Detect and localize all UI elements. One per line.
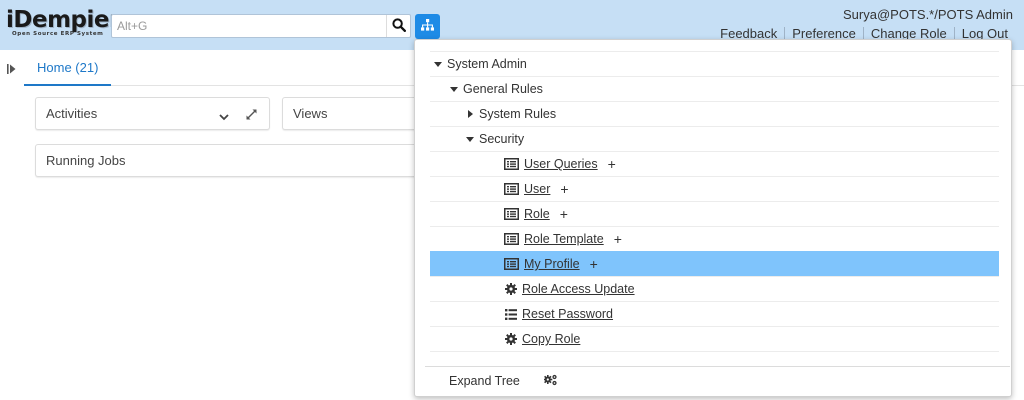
list-icon: [505, 308, 517, 320]
panel-collapse-icon[interactable]: [7, 62, 16, 77]
app-logo[interactable]: iDempiere Open Source ERP System: [6, 7, 135, 38]
tree-item-user-queries[interactable]: User Queries +: [430, 151, 999, 176]
tree-node-label: System Admin: [447, 57, 527, 71]
user-info: Surya@POTS.*/POTS Admin: [843, 7, 1013, 22]
tree-item-link[interactable]: Copy Role: [522, 332, 580, 346]
window-icon: [504, 208, 519, 220]
window-icon: [504, 158, 519, 170]
add-favourite-button[interactable]: +: [608, 156, 616, 172]
chevron-down-icon[interactable]: [219, 109, 229, 124]
activities-title: Activities: [46, 106, 98, 121]
caret-down-icon[interactable]: [465, 136, 475, 142]
activities-panel: Activities: [35, 97, 270, 130]
add-favourite-button[interactable]: +: [560, 181, 568, 197]
gear-icon: [505, 283, 517, 295]
global-search: [111, 14, 411, 38]
menu-tree-popup: System Admin General Rules System Rules …: [414, 39, 1012, 397]
expand-tree-toggle[interactable]: Expand Tree: [449, 374, 520, 388]
logo-text: iDempiere: [6, 7, 135, 33]
caret-right-icon[interactable]: [465, 110, 475, 118]
running-jobs-panel: Running Jobs: [35, 144, 422, 177]
maximize-icon[interactable]: [246, 108, 257, 123]
tree-node-system-admin[interactable]: System Admin: [430, 51, 999, 76]
search-input[interactable]: [112, 15, 386, 37]
tree-item-role[interactable]: Role +: [430, 201, 999, 226]
add-favourite-button[interactable]: +: [614, 231, 622, 247]
tree-item-link[interactable]: User: [524, 182, 550, 196]
sitemap-icon: [421, 19, 434, 34]
menu-tree-button[interactable]: [415, 14, 440, 39]
tree-node-security[interactable]: Security: [430, 126, 999, 151]
window-icon: [504, 258, 519, 270]
add-favourite-button[interactable]: +: [590, 256, 598, 272]
gear-icon: [505, 333, 517, 345]
tree-item-role-template[interactable]: Role Template +: [430, 226, 999, 251]
search-button[interactable]: [386, 15, 410, 37]
views-title: Views: [293, 106, 328, 121]
search-icon: [391, 17, 406, 35]
tree-item-user[interactable]: User +: [430, 176, 999, 201]
add-favourite-button[interactable]: +: [560, 206, 568, 222]
tree-item-link[interactable]: Role Access Update: [522, 282, 635, 296]
tree-item-role-access-update[interactable]: Role Access Update: [430, 276, 999, 301]
tree-item-link[interactable]: Role: [524, 207, 550, 221]
tree-item-reset-password[interactable]: Reset Password: [430, 301, 999, 326]
tree-node-label: General Rules: [463, 82, 543, 96]
caret-down-icon[interactable]: [449, 86, 459, 92]
caret-down-icon[interactable]: [433, 61, 443, 67]
window-icon: [504, 183, 519, 195]
tree-item-link[interactable]: Role Template: [524, 232, 604, 246]
tree-item-my-profile[interactable]: My Profile +: [430, 251, 999, 276]
tab-home[interactable]: Home (21): [24, 50, 112, 86]
tree-item-link[interactable]: User Queries: [524, 157, 598, 171]
tree-node-general-rules[interactable]: General Rules: [430, 76, 999, 101]
tree-item-link[interactable]: Reset Password: [522, 307, 613, 321]
tree-node-label: System Rules: [479, 107, 557, 121]
running-jobs-title: Running Jobs: [46, 153, 126, 168]
tree-node-label: Security: [479, 132, 525, 146]
tree-item-link[interactable]: My Profile: [524, 257, 580, 271]
tree-item-copy-role[interactable]: Copy Role: [430, 326, 999, 352]
popup-divider: [425, 366, 1010, 367]
logo-subtitle: Open Source ERP System: [12, 31, 104, 37]
gears-icon[interactable]: [543, 374, 558, 389]
views-panel: Views: [282, 97, 422, 130]
tree-node-system-rules[interactable]: System Rules: [430, 101, 999, 126]
window-icon: [504, 233, 519, 245]
